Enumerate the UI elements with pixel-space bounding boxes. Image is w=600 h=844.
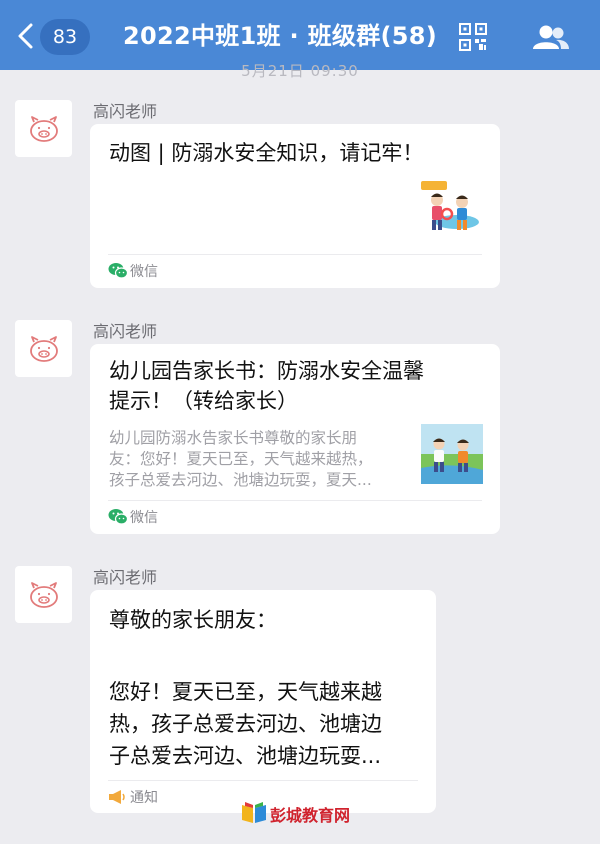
- summary-line: 孩子总爱去河边、池塘边玩耍，夏天...: [109, 471, 372, 489]
- message-timestamp: 5月21日 09:30: [241, 62, 359, 80]
- source-label: 微信: [130, 264, 158, 280]
- summary-line: 友：您好！夏天已至，天气越来越热，: [109, 450, 373, 468]
- pig-avatar-icon: [30, 116, 58, 142]
- article-card[interactable]: 动图 | 防溺水安全知识，请记牢！ 微信: [90, 124, 500, 288]
- notice-line: 您好！夏天已至，天气越来越: [109, 680, 382, 704]
- book-logo-icon: [242, 802, 266, 823]
- group-members-button[interactable]: [532, 24, 570, 50]
- sender-avatar[interactable]: [15, 100, 72, 157]
- card-footer: 微信: [108, 500, 482, 534]
- source-label: 微信: [130, 510, 158, 526]
- qr-code-button[interactable]: [459, 23, 487, 51]
- source-label: 通知: [130, 790, 158, 806]
- back-arrow-icon: [18, 23, 33, 49]
- summary-line: 幼儿园防溺水告家长书尊敬的家长朋: [109, 429, 358, 447]
- wechat-icon: [108, 509, 128, 525]
- watermark-text: 彭城教育网: [270, 806, 351, 825]
- notice-line: 尊敬的家长朋友：: [109, 608, 277, 632]
- sender-name: 高闪老师: [93, 568, 158, 587]
- article-thumbnail: [417, 178, 481, 238]
- article-thumbnail: [421, 424, 483, 484]
- notice-line: 热，孩子总爱去河边、池塘边: [109, 712, 382, 736]
- card-footer: 微信: [108, 254, 482, 288]
- back-button[interactable]: [14, 22, 40, 50]
- article-summary: 幼儿园防溺水告家长书尊敬的家长朋 友：您好！夏天已至，天气越来越热， 孩子总爱去…: [109, 428, 407, 491]
- article-title-line: 幼儿园告家长书：防溺水安全温馨: [109, 359, 424, 383]
- watermark: 彭城教育网: [240, 799, 370, 829]
- unread-count-badge[interactable]: 83: [40, 19, 90, 55]
- sender-name: 高闪老师: [93, 102, 158, 121]
- notice-line: 子总爱去河边、池塘边玩耍...: [109, 744, 382, 768]
- article-card[interactable]: 幼儿园告家长书：防溺水安全温馨 提示！（转给家长） 幼儿园防溺水告家长书尊敬的家…: [90, 344, 500, 534]
- notice-card[interactable]: 尊敬的家长朋友： 您好！夏天已至，天气越来越 热，孩子总爱去河边、池塘边 子总爱…: [90, 590, 436, 813]
- sender-avatar[interactable]: [15, 566, 72, 623]
- pig-avatar-icon: [30, 582, 58, 608]
- article-title: 动图 | 防溺水安全知识，请记牢！: [109, 141, 424, 165]
- sender-name: 高闪老师: [93, 322, 158, 341]
- sender-avatar[interactable]: [15, 320, 72, 377]
- qr-code-icon: [459, 23, 487, 51]
- article-title-line: 提示！（转给家长）: [109, 389, 298, 413]
- wechat-icon: [108, 263, 128, 279]
- pig-avatar-icon: [30, 336, 58, 362]
- megaphone-icon: [109, 790, 125, 804]
- members-icon: [533, 25, 569, 49]
